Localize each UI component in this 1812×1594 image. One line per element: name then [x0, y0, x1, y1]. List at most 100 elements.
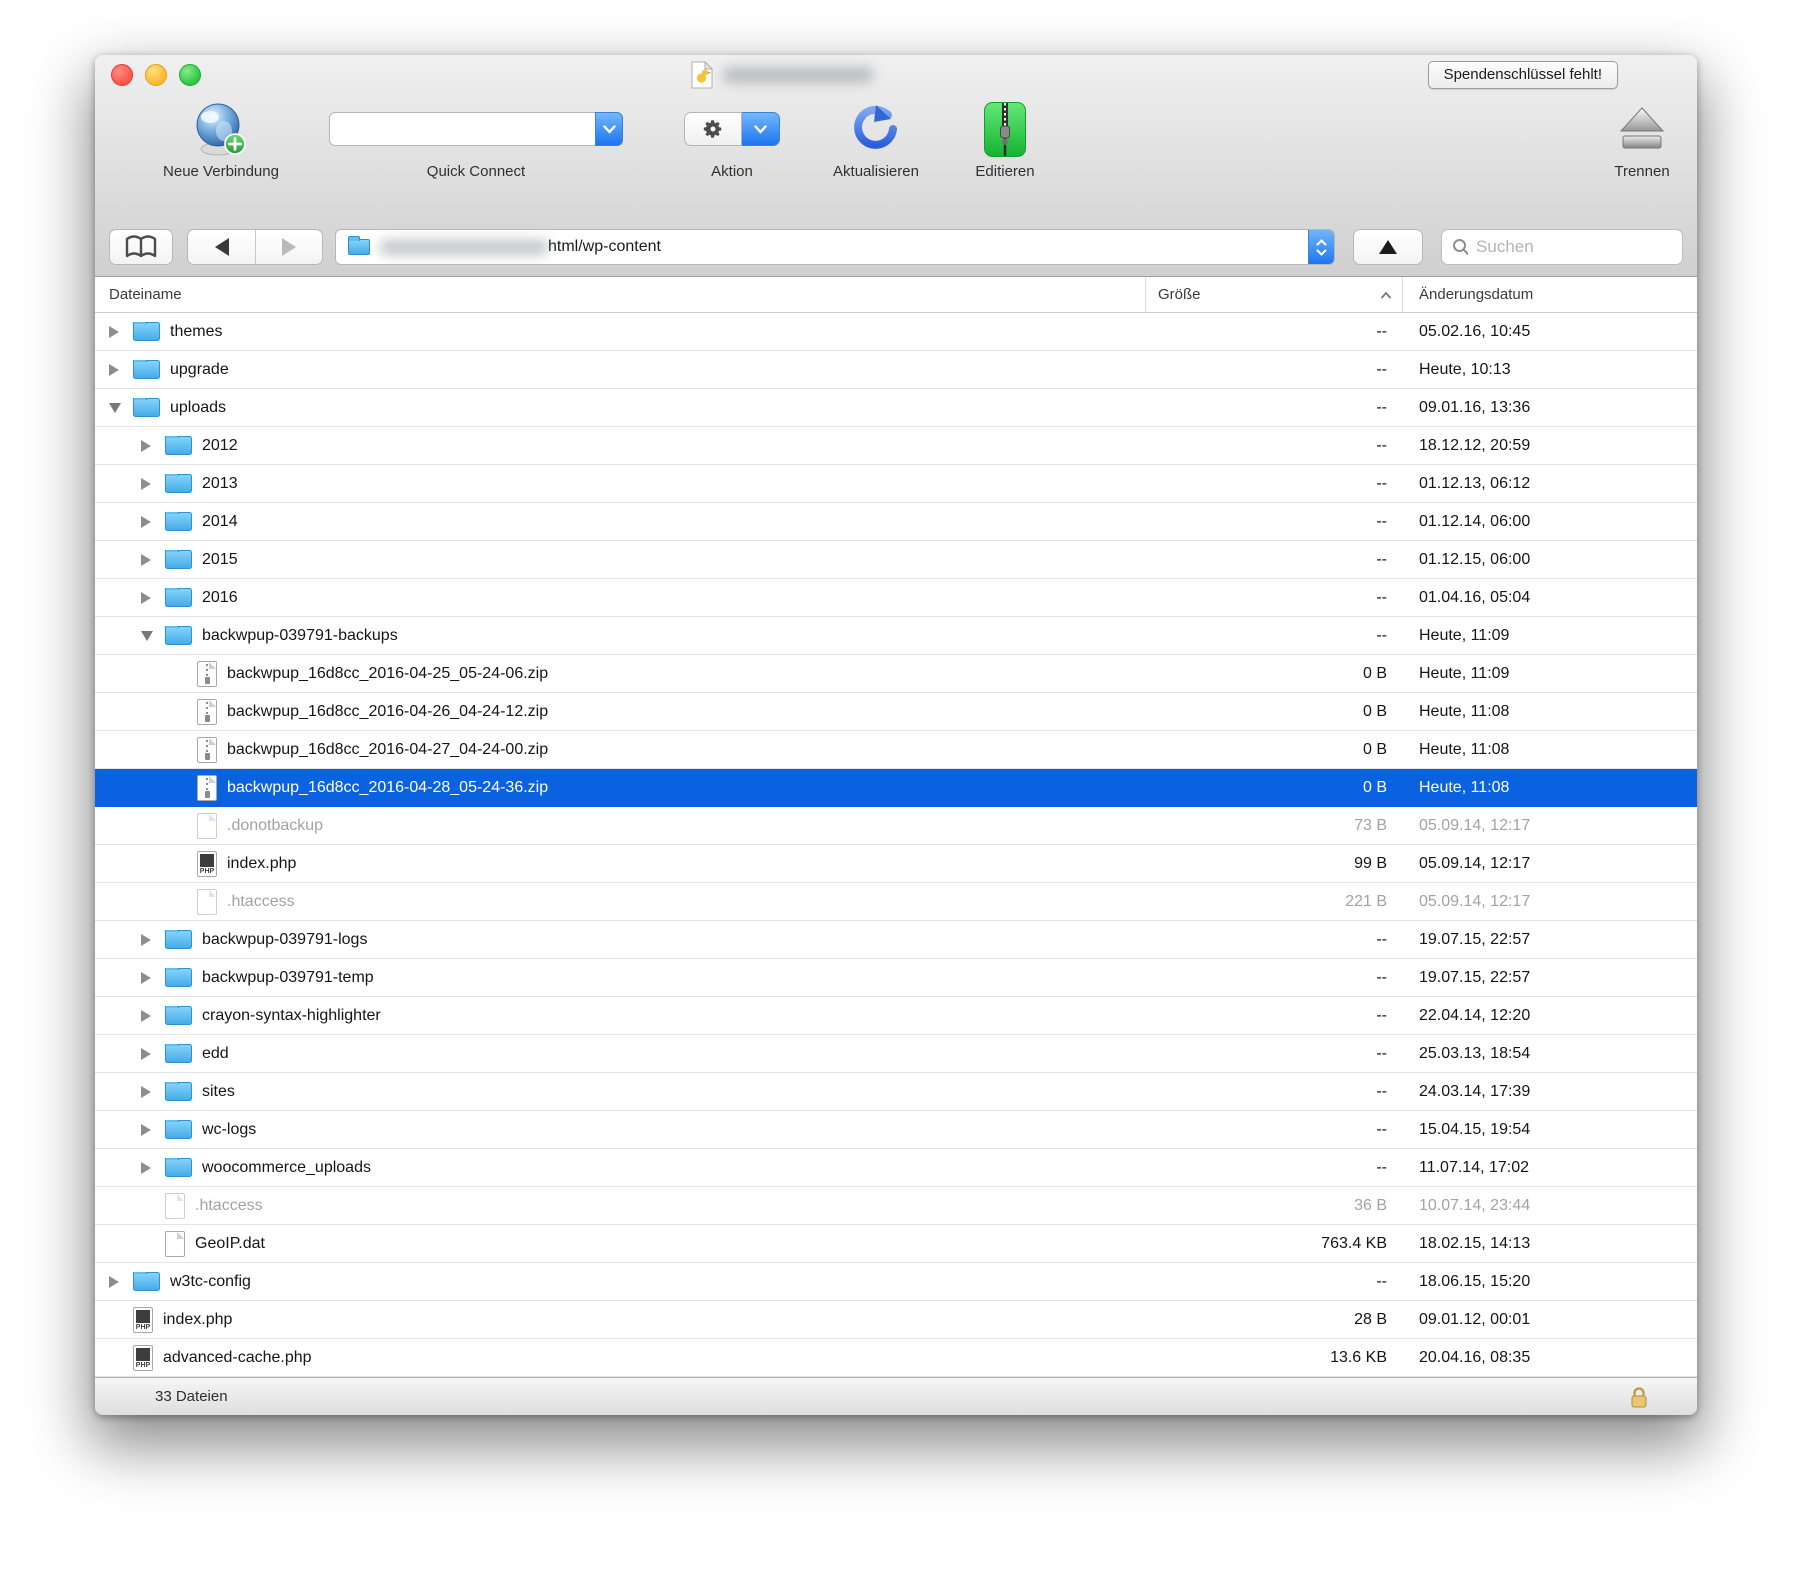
table-row[interactable]: .donotbackup73 B05.09.14, 12:17 [95, 807, 1697, 845]
disclosure-triangle-expanded-icon[interactable] [109, 403, 133, 413]
file-size: -- [1145, 323, 1403, 341]
table-row[interactable]: themes--05.02.16, 10:45 [95, 313, 1697, 351]
quick-connect-combobox[interactable] [329, 112, 623, 146]
file-count: 33 Dateien [155, 1388, 228, 1405]
table-row[interactable]: backwpup-039791-backups--Heute, 11:09 [95, 617, 1697, 655]
file-date: 18.06.15, 15:20 [1403, 1273, 1697, 1291]
table-row[interactable]: sites--24.03.14, 17:39 [95, 1073, 1697, 1111]
toolbar-item-edit[interactable]: Editieren [943, 97, 1067, 180]
file-name-cell: 2013 [95, 474, 1145, 493]
disclosure-triangle-collapsed-icon[interactable] [141, 1048, 165, 1060]
forward-icon [282, 238, 296, 256]
back-button[interactable] [188, 230, 255, 264]
disclosure-triangle-collapsed-icon[interactable] [109, 326, 133, 338]
file-name-cell: backwpup-039791-temp [95, 968, 1145, 987]
file-name-cell: backwpup_16d8cc_2016-04-27_04-24-00.zip [95, 737, 1145, 763]
duck-document-icon [691, 61, 713, 89]
disclosure-triangle-collapsed-icon[interactable] [109, 364, 133, 376]
file-size: 0 B [1145, 665, 1403, 683]
navigation-buttons [187, 229, 323, 265]
disclosure-triangle-collapsed-icon[interactable] [141, 554, 165, 566]
file-size: 28 B [1145, 1311, 1403, 1329]
disclosure-triangle-collapsed-icon[interactable] [141, 516, 165, 528]
table-row[interactable]: upgrade--Heute, 10:13 [95, 351, 1697, 389]
window-chrome: Spendenschlüssel fehlt! [95, 55, 1697, 277]
table-row[interactable]: backwpup_16d8cc_2016-04-25_05-24-06.zip0… [95, 655, 1697, 693]
table-row[interactable]: backwpup_16d8cc_2016-04-27_04-24-00.zip0… [95, 731, 1697, 769]
eject-icon [1617, 106, 1667, 152]
file-date: 11.07.14, 17:02 [1403, 1159, 1697, 1177]
file-icon [197, 889, 217, 915]
table-row[interactable]: .htaccess36 B10.07.14, 23:44 [95, 1187, 1697, 1225]
disclosure-triangle-collapsed-icon[interactable] [141, 1124, 165, 1136]
disclosure-triangle-collapsed-icon[interactable] [141, 1086, 165, 1098]
disclosure-triangle-collapsed-icon[interactable] [141, 592, 165, 604]
forward-button[interactable] [255, 230, 322, 264]
column-header-modified[interactable]: Änderungsdatum [1403, 286, 1697, 303]
table-row[interactable]: crayon-syntax-highlighter--22.04.14, 12:… [95, 997, 1697, 1035]
toolbar-item-refresh[interactable]: Aktualisieren [811, 97, 941, 180]
file-name: .donotbackup [227, 817, 323, 835]
search-field[interactable] [1441, 229, 1683, 265]
column-header-size[interactable]: Größe [1145, 277, 1403, 312]
disclosure-triangle-collapsed-icon[interactable] [109, 1276, 133, 1288]
search-input[interactable] [1476, 237, 1672, 257]
table-row[interactable]: backwpup_16d8cc_2016-04-26_04-24-12.zip0… [95, 693, 1697, 731]
table-row[interactable]: edd--25.03.13, 18:54 [95, 1035, 1697, 1073]
file-name-cell: 2014 [95, 512, 1145, 531]
table-row[interactable]: uploads--09.01.16, 13:36 [95, 389, 1697, 427]
file-name: backwpup_16d8cc_2016-04-28_05-24-36.zip [227, 779, 548, 797]
quick-connect-input[interactable] [329, 112, 595, 146]
disclosure-triangle-expanded-icon[interactable] [141, 631, 165, 641]
file-name: themes [170, 323, 222, 341]
window-title-redacted [723, 67, 873, 83]
donation-key-missing-button[interactable]: Spendenschlüssel fehlt! [1428, 61, 1618, 89]
file-size: -- [1145, 969, 1403, 987]
disclosure-triangle-collapsed-icon[interactable] [141, 440, 165, 452]
disclosure-triangle-collapsed-icon[interactable] [141, 478, 165, 490]
table-row[interactable]: 2015--01.12.15, 06:00 [95, 541, 1697, 579]
table-row[interactable]: 2013--01.12.13, 06:12 [95, 465, 1697, 503]
table-row[interactable]: 2014--01.12.14, 06:00 [95, 503, 1697, 541]
triangle-glyph [141, 972, 151, 984]
table-row[interactable]: .htaccess221 B05.09.14, 12:17 [95, 883, 1697, 921]
table-row[interactable]: woocommerce_uploads--11.07.14, 17:02 [95, 1149, 1697, 1187]
table-row[interactable]: advanced-cache.php13.6 KB20.04.16, 08:35 [95, 1339, 1697, 1377]
file-date: 05.09.14, 12:17 [1403, 817, 1697, 835]
disclosure-triangle-collapsed-icon[interactable] [141, 972, 165, 984]
path-dropdown[interactable]: html/wp-content [335, 229, 1335, 265]
zoom-button[interactable] [179, 64, 201, 86]
column-header-size-label: Größe [1158, 286, 1201, 303]
zip-file-icon [197, 699, 217, 725]
search-icon [1452, 238, 1468, 256]
chevron-down-icon[interactable] [595, 112, 623, 146]
disclosure-triangle-collapsed-icon[interactable] [141, 934, 165, 946]
table-row[interactable]: 2016--01.04.16, 05:04 [95, 579, 1697, 617]
file-name: advanced-cache.php [163, 1349, 312, 1367]
table-row[interactable]: 2012--18.12.12, 20:59 [95, 427, 1697, 465]
table-row[interactable]: backwpup_16d8cc_2016-04-28_05-24-36.zip0… [95, 769, 1697, 807]
file-table-rows: themes--05.02.16, 10:45upgrade--Heute, 1… [95, 313, 1697, 1377]
minimize-button[interactable] [145, 64, 167, 86]
table-row[interactable]: wc-logs--15.04.15, 19:54 [95, 1111, 1697, 1149]
folder-icon [165, 1082, 192, 1101]
triangle-glyph [141, 1010, 151, 1022]
column-header-filename[interactable]: Dateiname [95, 286, 1145, 303]
toolbar-item-new-connection[interactable]: Neue Verbindung [131, 97, 311, 180]
disclosure-triangle-collapsed-icon[interactable] [141, 1010, 165, 1022]
go-up-button[interactable] [1353, 229, 1423, 265]
chevron-down-icon[interactable] [742, 112, 780, 146]
bookmarks-button[interactable] [109, 229, 173, 265]
disclosure-triangle-collapsed-icon[interactable] [141, 1162, 165, 1174]
gear-icon[interactable] [684, 112, 742, 146]
close-button[interactable] [111, 64, 133, 86]
file-name: 2016 [202, 589, 238, 607]
table-row[interactable]: index.php28 B09.01.12, 00:01 [95, 1301, 1697, 1339]
table-row[interactable]: backwpup-039791-temp--19.07.15, 22:57 [95, 959, 1697, 997]
toolbar-item-disconnect[interactable]: Trennen [1572, 97, 1697, 180]
table-row[interactable]: w3tc-config--18.06.15, 15:20 [95, 1263, 1697, 1301]
table-row[interactable]: index.php99 B05.09.14, 12:17 [95, 845, 1697, 883]
table-row[interactable]: backwpup-039791-logs--19.07.15, 22:57 [95, 921, 1697, 959]
table-row[interactable]: GeoIP.dat763.4 KB18.02.15, 14:13 [95, 1225, 1697, 1263]
path-stepper-icon[interactable] [1308, 229, 1334, 265]
